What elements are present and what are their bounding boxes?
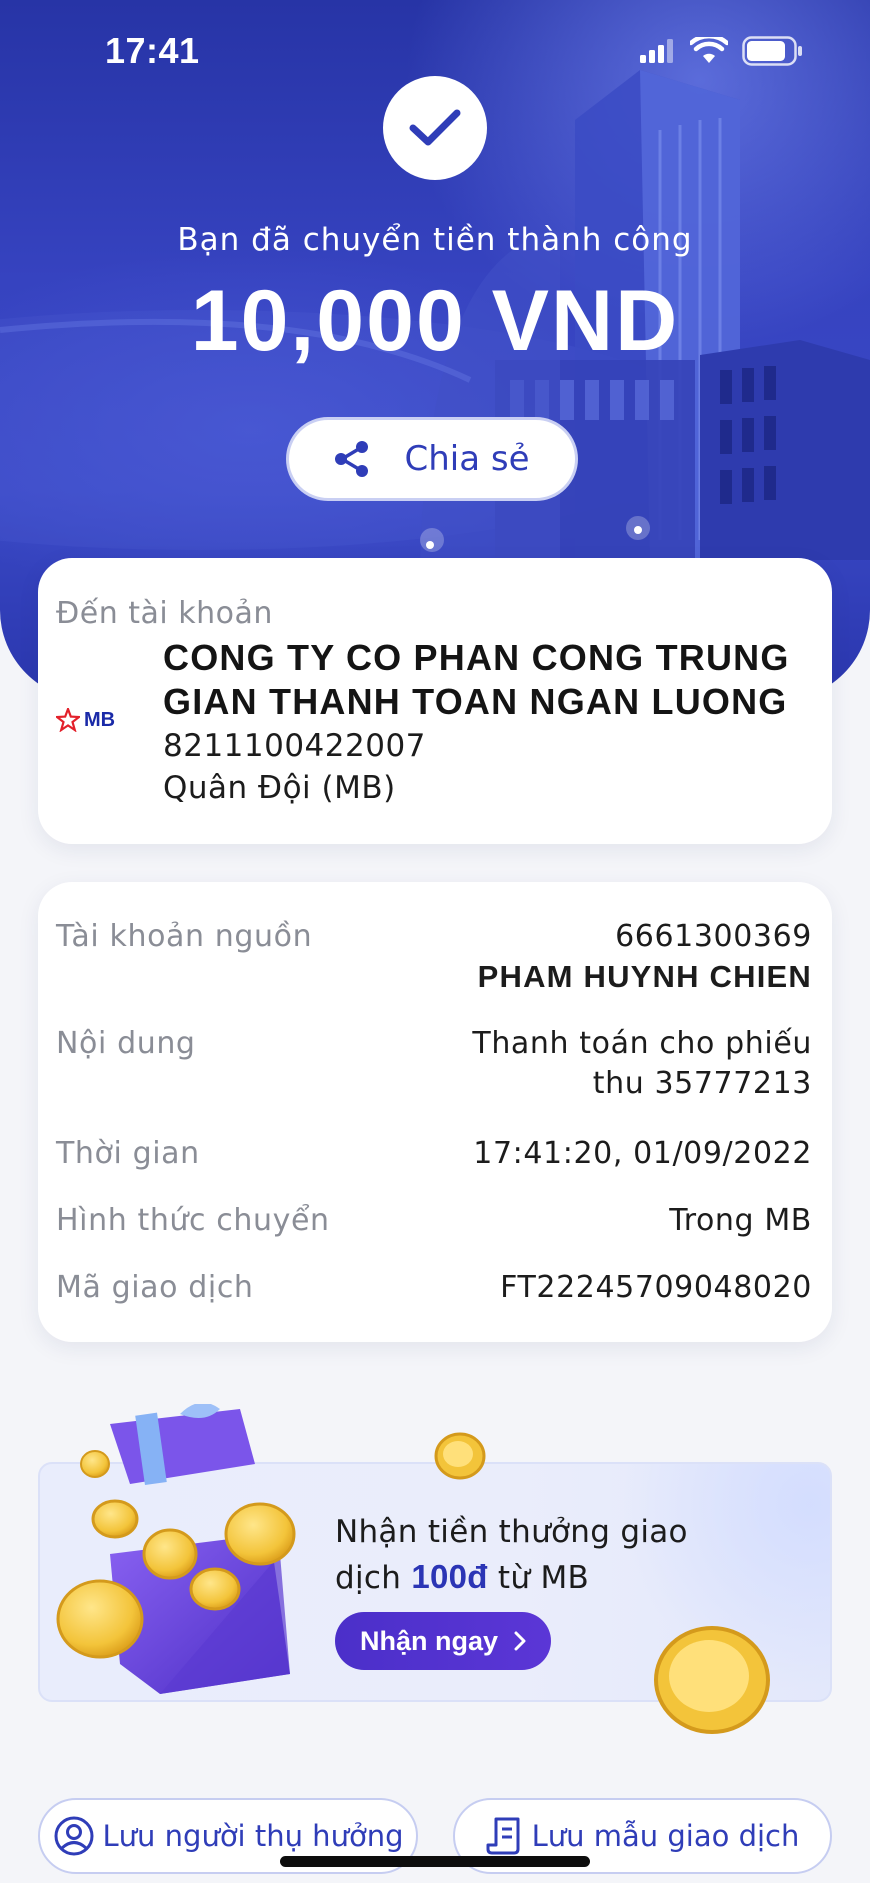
mb-bank-logo: MB	[56, 708, 115, 732]
share-label: Chia sẻ	[404, 439, 530, 479]
time-label: Thời gian	[56, 1136, 200, 1171]
checkmark-icon	[409, 109, 461, 146]
save-template-label: Lưu mẫu giao dịch	[531, 1819, 800, 1853]
save-beneficiary-label: Lưu người thụ hưởng	[102, 1819, 404, 1853]
success-message: Bạn đã chuyển tiền thành công	[177, 222, 693, 258]
reward-promo-banner[interactable]: Nhận tiền thưởng giao dịch 100đ từ MB Nh…	[38, 1404, 832, 1734]
claim-now-label: Nhận ngay	[359, 1625, 499, 1656]
share-icon	[335, 441, 369, 477]
coin-illustration	[434, 1432, 486, 1480]
success-check-badge	[383, 76, 487, 180]
promo-suffix: từ MB	[487, 1560, 590, 1596]
gift-box-illustration	[56, 1404, 296, 1694]
content-line-1: Thanh toán cho phiếu	[472, 1026, 812, 1061]
promo-amount: 100đ	[411, 1558, 488, 1595]
home-indicator[interactable]	[280, 1856, 590, 1867]
transaction-id-value: FT22245709048020	[500, 1270, 812, 1305]
transaction-details-card: Tài khoản nguồn 6661300369 PHAM HUYNH CH…	[38, 882, 832, 1342]
content-line-2: thu 35777213	[592, 1066, 812, 1101]
battery-icon	[742, 36, 802, 66]
status-time: 17:41	[105, 30, 200, 71]
mb-logo-text: MB	[84, 708, 116, 731]
destination-label: Đến tài khoản	[56, 596, 273, 631]
promo-title-line-1: Nhận tiền thưởng giao	[335, 1514, 688, 1550]
mb-logo-icon	[56, 708, 80, 732]
recipient-bank-name: Quân Đội (MB)	[163, 770, 396, 806]
receipt-icon	[486, 1817, 520, 1855]
source-account-name: PHAM HUYNH CHIEN	[477, 959, 812, 994]
method-label: Hình thức chuyển	[56, 1203, 330, 1238]
recipient-account-number: 8211100422007	[163, 728, 426, 764]
recipient-name: CONG TY CO PHAN CONG TRUNG GIAN THANH TO…	[163, 637, 790, 722]
source-account-number: 6661300369	[615, 919, 812, 954]
promo-title-line-2: dịch 100đ từ MB	[335, 1558, 589, 1596]
destination-account-card: Đến tài khoản MB CONG TY CO PHAN CONG TR…	[38, 558, 832, 844]
transfer-amount: 10,000 VND	[190, 273, 680, 369]
coin-illustration	[654, 1626, 770, 1734]
signal-icon	[640, 39, 673, 63]
source-account-label: Tài khoản nguồn	[56, 919, 313, 954]
status-icons	[640, 36, 804, 66]
transaction-id-label: Mã giao dịch	[56, 1270, 254, 1305]
chevron-right-icon	[514, 1631, 526, 1651]
promo-prefix: dịch	[335, 1560, 412, 1596]
time-value: 17:41:20, 01/09/2022	[473, 1136, 812, 1171]
content-label: Nội dung	[56, 1026, 196, 1061]
claim-now-button[interactable]: Nhận ngay	[335, 1612, 551, 1670]
wifi-icon	[690, 37, 728, 63]
share-button[interactable]: Chia sẻ	[286, 417, 578, 501]
user-circle-icon	[54, 1816, 94, 1856]
method-value: Trong MB	[669, 1203, 812, 1238]
